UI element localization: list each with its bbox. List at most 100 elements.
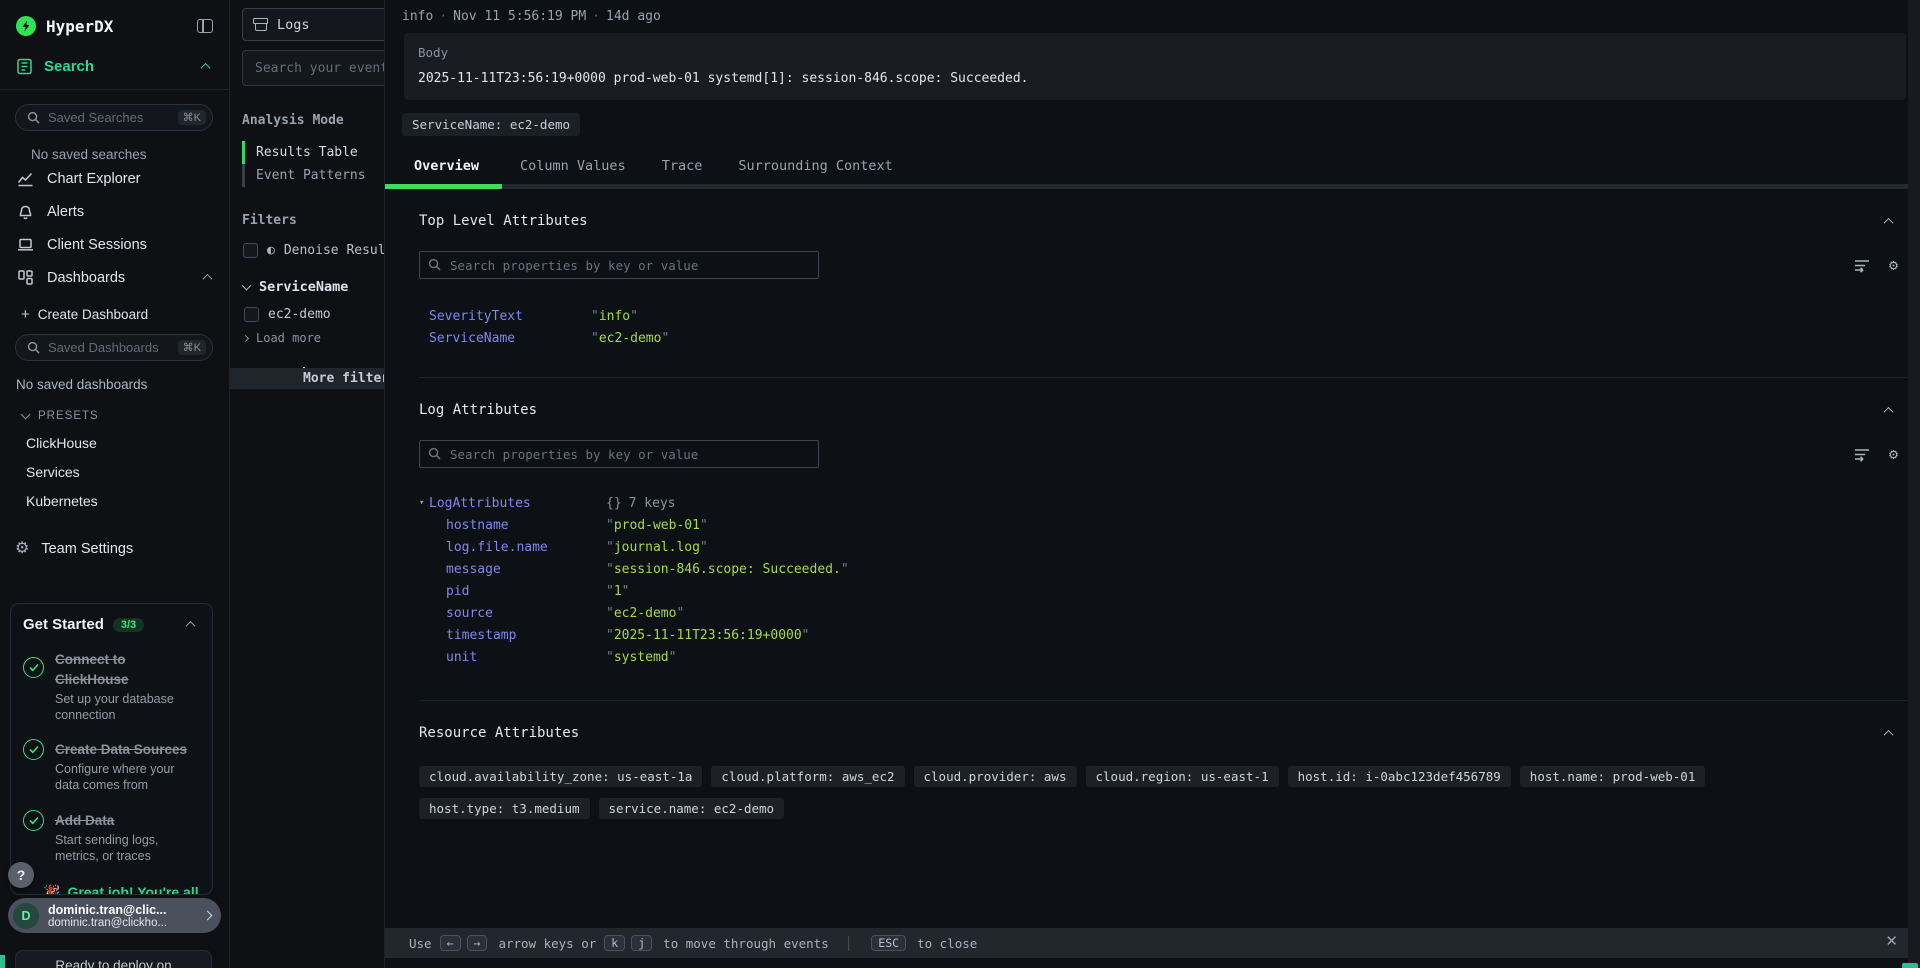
shortcut-badge: ⌘K xyxy=(178,340,206,355)
user-menu[interactable]: D dominic.tran@clic... dominic.tran@clic… xyxy=(8,898,221,933)
attribute-value: prod-web-01 xyxy=(606,518,708,533)
wrap-lines-icon[interactable] xyxy=(1854,258,1871,273)
team-settings-label: Team Settings xyxy=(41,541,133,557)
resource-chip[interactable]: service.name: ec2-demo xyxy=(599,798,785,819)
close-icon[interactable]: ✕ xyxy=(1885,932,1898,950)
attribute-key: timestamp xyxy=(446,628,606,643)
attribute-row[interactable]: log.file.namejournal.log xyxy=(419,536,1920,558)
accent-sliver xyxy=(1902,963,1918,968)
resource-chip[interactable]: cloud.availability_zone: us-east-1a xyxy=(419,766,702,787)
severity-badge: info xyxy=(402,9,433,24)
key-arrow-right: → xyxy=(467,935,488,951)
attribute-row[interactable]: pid1 xyxy=(419,580,1920,602)
no-saved-dashboards-text: No saved dashboards xyxy=(16,377,229,392)
attribute-key: SeverityText xyxy=(429,309,591,324)
sidebar-item-search[interactable]: Search xyxy=(16,58,213,75)
app-root: HyperDX Search Saved Searches ⌘K No save… xyxy=(0,0,1920,968)
get-started-title: Get Started xyxy=(23,616,104,633)
service-name-chip[interactable]: ServiceName: ec2-demo xyxy=(402,113,580,136)
saved-searches-input[interactable]: Saved Searches ⌘K xyxy=(15,104,213,131)
resource-chip[interactable]: cloud.platform: aws_ec2 xyxy=(711,766,904,787)
wrap-lines-icon[interactable] xyxy=(1854,447,1871,462)
resource-chip[interactable]: cloud.provider: aws xyxy=(914,766,1077,787)
chevron-down-icon xyxy=(242,280,252,290)
saved-dashboards-input[interactable]: Saved Dashboards ⌘K xyxy=(15,334,213,361)
checkbox[interactable] xyxy=(243,243,258,258)
attribute-tree-root[interactable]: ▾ LogAttributes {}7 keys xyxy=(419,492,1920,514)
collapse-section-icon[interactable] xyxy=(1884,217,1894,227)
checkbox[interactable] xyxy=(244,307,259,322)
help-button[interactable]: ? xyxy=(8,862,34,888)
denoise-icon: ◐ xyxy=(267,244,275,257)
attribute-row[interactable]: hostnameprod-web-01 xyxy=(419,514,1920,536)
get-started-item[interactable]: Create Data Sources Configure where your… xyxy=(23,739,200,793)
get-started-item[interactable]: Connect to ClickHouse Set up your databa… xyxy=(23,649,200,723)
sidebar-item-client-sessions[interactable]: Client Sessions xyxy=(0,228,229,261)
body-label: Body xyxy=(418,45,1892,60)
no-saved-searches-text: No saved searches xyxy=(31,147,229,162)
create-dashboard-button[interactable]: + Create Dashboard xyxy=(21,307,229,322)
attribute-key: unit xyxy=(446,650,606,665)
search-nav-icon xyxy=(16,58,33,75)
scrollbar[interactable] xyxy=(1908,0,1920,968)
tab-column-values[interactable]: Column Values xyxy=(502,149,644,184)
property-search-input[interactable] xyxy=(419,440,819,468)
grid-icon xyxy=(17,269,34,286)
gear-icon[interactable]: ⚙ xyxy=(1889,447,1898,462)
resource-chip[interactable]: host.id: i-0abc123def456789 xyxy=(1288,766,1511,787)
plus-icon: + xyxy=(21,307,30,322)
attribute-row[interactable]: ServiceName ec2-demo xyxy=(419,327,1920,349)
sidebar-item-label: Dashboards xyxy=(47,270,191,286)
task-subtitle: Set up your database connection xyxy=(55,691,200,724)
footer-or-text: arrow keys or xyxy=(498,936,596,951)
sidebar-item-label: Search xyxy=(44,58,191,75)
tab-overview[interactable]: Overview xyxy=(385,149,502,184)
sidebar-item-alerts[interactable]: Alerts xyxy=(0,195,229,228)
collapse-sidebar-icon[interactable] xyxy=(197,19,213,33)
chevron-down-icon xyxy=(21,410,31,420)
resource-chip[interactable]: host.type: t3.medium xyxy=(419,798,590,819)
chevron-up-icon[interactable] xyxy=(186,621,196,631)
presets-toggle[interactable]: PRESETS xyxy=(22,410,229,422)
sidebar-item-chart-explorer[interactable]: Chart Explorer xyxy=(0,162,229,195)
object-icon: {} xyxy=(606,496,622,511)
filter-option-label: ec2-demo xyxy=(268,307,331,322)
section-title: Log Attributes xyxy=(419,402,537,418)
preset-kubernetes[interactable]: Kubernetes xyxy=(26,493,229,509)
user-name: dominic.tran@clic... xyxy=(48,903,195,917)
event-relative-time: 14d ago xyxy=(606,9,661,24)
collapse-section-icon[interactable] xyxy=(1884,406,1894,416)
saved-dashboards-placeholder: Saved Dashboards xyxy=(48,340,170,355)
laptop-icon xyxy=(17,236,34,253)
attribute-row[interactable]: messagesession-846.scope: Succeeded. xyxy=(419,558,1920,580)
resource-chip[interactable]: cloud.region: us-east-1 xyxy=(1086,766,1279,787)
get-started-item[interactable]: Add Data Start sending logs, metrics, or… xyxy=(23,810,200,864)
attribute-row[interactable]: SeverityText info xyxy=(419,305,1920,327)
detail-footer: Use ← → arrow keys or k j to move throug… xyxy=(385,928,1920,958)
task-subtitle: Configure where your data comes from xyxy=(55,761,200,794)
sidebar-item-dashboards[interactable]: Dashboards xyxy=(0,261,229,294)
gear-icon[interactable]: ⚙ xyxy=(1889,258,1898,273)
resource-chip[interactable]: host.name: prod-web-01 xyxy=(1520,766,1706,787)
property-search-input[interactable] xyxy=(419,251,819,279)
task-subtitle: Start sending logs, metrics, or traces xyxy=(55,832,200,865)
congrats-text: Great job! You're all xyxy=(67,884,198,895)
preset-clickhouse[interactable]: ClickHouse xyxy=(26,435,229,451)
attribute-row[interactable]: unitsystemd xyxy=(419,646,1920,668)
tab-trace[interactable]: Trace xyxy=(644,149,721,184)
accent-sliver xyxy=(0,955,5,968)
collapse-section-icon[interactable] xyxy=(1884,729,1894,739)
tab-surrounding-context[interactable]: Surrounding Context xyxy=(720,149,910,184)
chart-icon xyxy=(17,170,34,187)
sidebar-item-team-settings[interactable]: ⚙ Team Settings xyxy=(15,541,229,557)
search-icon xyxy=(428,258,441,271)
chevron-right-icon xyxy=(203,911,213,921)
preset-services[interactable]: Services xyxy=(26,464,229,480)
event-timestamp: Nov 11 5:56:19 PM xyxy=(453,9,586,24)
deploy-banner[interactable]: Ready to deploy on xyxy=(15,950,212,968)
logs-source-icon xyxy=(253,18,268,31)
shortcut-badge: ⌘K xyxy=(178,110,206,125)
get-started-card: Get Started 3/3 Connect to ClickHouse Se… xyxy=(10,603,213,895)
attribute-row[interactable]: sourceec2-demo xyxy=(419,602,1920,624)
attribute-row[interactable]: timestamp2025-11-11T23:56:19+0000 xyxy=(419,624,1920,646)
